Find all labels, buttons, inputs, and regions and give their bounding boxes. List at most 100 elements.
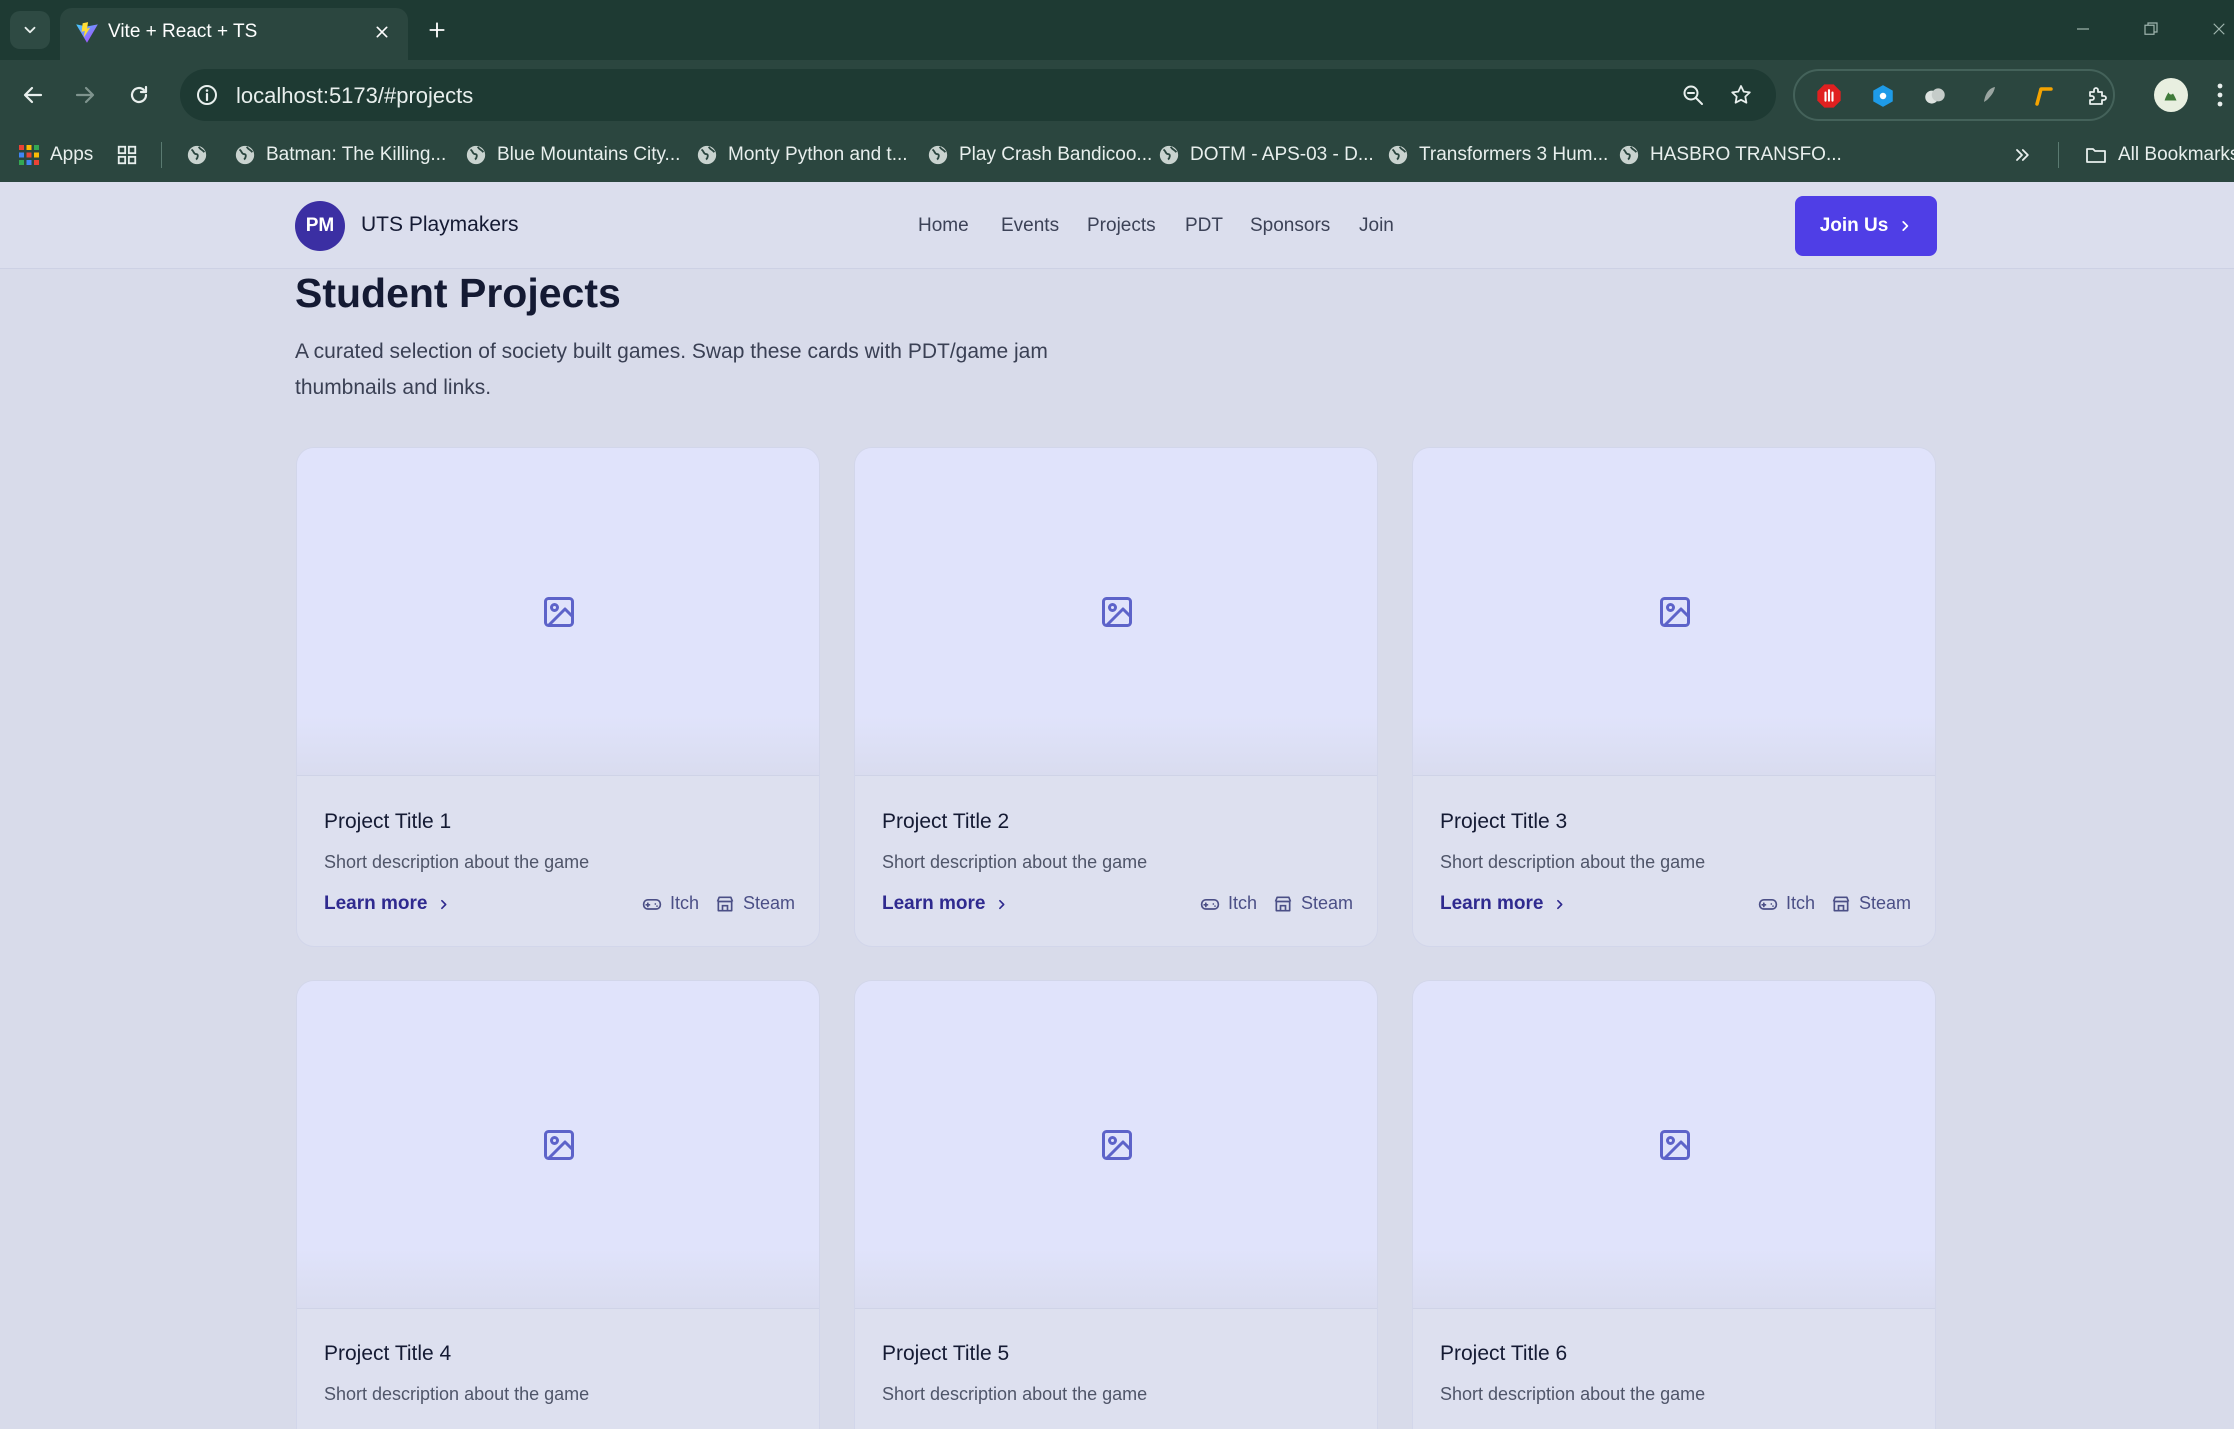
steam-link[interactable]: Steam bbox=[715, 893, 795, 914]
all-bookmarks-label: All Bookmarks bbox=[2118, 144, 2234, 165]
tab-search-button[interactable] bbox=[10, 11, 50, 49]
address-bar[interactable]: localhost:5173/#projects bbox=[180, 69, 1776, 121]
new-tab-button[interactable] bbox=[420, 13, 454, 47]
project-card: Project Title 2 Short description about … bbox=[854, 447, 1378, 947]
itch-label: Itch bbox=[670, 893, 700, 913]
learn-more-link[interactable]: Learn more bbox=[882, 893, 1008, 915]
reload-button[interactable] bbox=[120, 76, 158, 114]
steam-label: Steam bbox=[1859, 893, 1912, 913]
bookmark-item[interactable]: Transformers 3 Hum... bbox=[1387, 140, 1608, 170]
bookmark-item[interactable]: Batman: The Killing... bbox=[234, 140, 446, 170]
extension-adblock[interactable] bbox=[1815, 82, 1843, 110]
bookmark-tab-groups[interactable] bbox=[116, 140, 138, 170]
project-thumbnail[interactable] bbox=[297, 448, 819, 776]
chevron-right-icon bbox=[441, 899, 447, 909]
brand-logo[interactable]: PM bbox=[295, 201, 345, 251]
project-thumbnail[interactable] bbox=[297, 981, 819, 1309]
vite-logo-icon bbox=[76, 22, 98, 43]
itch-link[interactable]: Itch bbox=[1758, 893, 1815, 914]
project-description: Short description about the game bbox=[1440, 1384, 1706, 1404]
bookmark-label: Apps bbox=[50, 144, 94, 165]
reload-icon bbox=[130, 85, 148, 104]
project-thumbnail[interactable] bbox=[855, 981, 1377, 1309]
minimize-button[interactable] bbox=[2068, 14, 2098, 44]
site-header: PM UTS Playmakers Home Events Projects P… bbox=[0, 182, 2234, 269]
image-placeholder-icon bbox=[544, 1130, 574, 1160]
bookmark-item[interactable] bbox=[186, 140, 208, 170]
restore-icon bbox=[2144, 22, 2158, 35]
bookmarks-bar: Apps Batman: The Killing... Blue Mountai… bbox=[0, 130, 2234, 182]
project-thumbnail[interactable] bbox=[1413, 448, 1935, 776]
project-card: Project Title 1 Short description about … bbox=[296, 447, 820, 947]
itch-link[interactable]: Itch bbox=[642, 893, 699, 914]
join-us-label: Join Us bbox=[1819, 215, 1889, 236]
bookmark-apps[interactable]: Apps bbox=[18, 140, 93, 170]
bookmark-label: Batman: The Killing... bbox=[266, 144, 447, 165]
bookmark-item[interactable]: HASBRO TRANSFO... bbox=[1618, 140, 1842, 170]
extension-devtools[interactable] bbox=[1869, 82, 1897, 110]
store-icon bbox=[716, 896, 734, 911]
site-info-button[interactable] bbox=[192, 80, 222, 110]
steam-link[interactable]: Steam bbox=[1273, 893, 1353, 914]
learn-more-link[interactable]: Learn more bbox=[324, 893, 450, 915]
browser-menu-button[interactable] bbox=[2210, 78, 2230, 112]
extension-orange[interactable] bbox=[2029, 82, 2057, 110]
bookmark-separator bbox=[161, 142, 162, 168]
cloud-icon bbox=[1925, 88, 1945, 104]
bookmarks-overflow-button[interactable] bbox=[2012, 140, 2032, 170]
itch-label: Itch bbox=[1228, 893, 1258, 913]
tab-title: Vite + React + TS bbox=[108, 21, 258, 42]
hexagon-icon bbox=[1873, 85, 1893, 107]
all-bookmarks-button[interactable]: All Bookmarks bbox=[2084, 140, 2234, 170]
image-placeholder-icon bbox=[1660, 1130, 1690, 1160]
extensions-menu-button[interactable] bbox=[2083, 82, 2111, 110]
brand-name[interactable]: UTS Playmakers bbox=[361, 213, 519, 237]
bookmark-item[interactable]: DOTM - APS-03 - D... bbox=[1158, 140, 1374, 170]
extension-cloud[interactable] bbox=[1921, 82, 1949, 110]
bookmark-star-button[interactable] bbox=[1726, 80, 1756, 110]
bookmark-label: Play Crash Bandicoo... bbox=[959, 144, 1153, 165]
learn-more-link[interactable]: Learn more bbox=[1440, 893, 1566, 915]
star-icon bbox=[1731, 85, 1751, 104]
join-us-button[interactable]: Join Us bbox=[1795, 196, 1937, 256]
itch-link[interactable]: Itch bbox=[1200, 893, 1257, 914]
restore-button[interactable] bbox=[2136, 14, 2166, 44]
project-title: Project Title 2 bbox=[882, 810, 1010, 833]
project-card: Project Title 4 Short description about … bbox=[296, 980, 820, 1429]
project-thumbnail[interactable] bbox=[1413, 981, 1935, 1309]
browser-tab-active[interactable]: Vite + React + TS bbox=[60, 8, 408, 60]
globe-icon bbox=[466, 145, 486, 165]
project-thumbnail[interactable] bbox=[855, 448, 1377, 776]
close-window-button[interactable] bbox=[2204, 14, 2234, 44]
zoom-out-icon bbox=[1683, 85, 1703, 105]
project-title: Project Title 5 bbox=[882, 1342, 1010, 1365]
nav-projects[interactable]: Projects bbox=[1087, 215, 1156, 237]
nav-sponsors[interactable]: Sponsors bbox=[1250, 215, 1330, 237]
bookmark-label: HASBRO TRANSFO... bbox=[1650, 144, 1842, 165]
globe-icon bbox=[187, 145, 207, 165]
project-description: Short description about the game bbox=[324, 852, 590, 872]
project-card: Project Title 6 Short description about … bbox=[1412, 980, 1936, 1429]
bookmark-item[interactable]: Blue Mountains City... bbox=[465, 140, 680, 170]
project-description: Short description about the game bbox=[324, 1384, 590, 1404]
extension-feather[interactable] bbox=[1975, 82, 2003, 110]
steam-link[interactable]: Steam bbox=[1831, 893, 1911, 914]
back-button[interactable] bbox=[14, 76, 52, 114]
project-description: Short description about the game bbox=[1440, 852, 1706, 872]
nav-join[interactable]: Join bbox=[1359, 215, 1394, 237]
nav-pdt[interactable]: PDT bbox=[1185, 215, 1223, 237]
profile-avatar[interactable] bbox=[2154, 78, 2188, 112]
nav-events[interactable]: Events bbox=[1001, 215, 1059, 237]
project-card: Project Title 3 Short description about … bbox=[1412, 447, 1936, 947]
tab-close-button[interactable] bbox=[368, 18, 396, 46]
chevron-right-icon bbox=[999, 899, 1005, 909]
nav-home[interactable]: Home bbox=[918, 215, 969, 237]
bookmark-item[interactable]: Monty Python and t... bbox=[696, 140, 908, 170]
zoom-button[interactable] bbox=[1678, 80, 1708, 110]
forward-button[interactable] bbox=[66, 76, 104, 114]
bookmark-item[interactable]: Play Crash Bandicoo... bbox=[927, 140, 1152, 170]
chevron-right-icon bbox=[1902, 221, 1909, 231]
minimize-icon bbox=[2077, 28, 2089, 30]
store-icon bbox=[1832, 896, 1850, 911]
project-description: Short description about the game bbox=[882, 1384, 1148, 1404]
